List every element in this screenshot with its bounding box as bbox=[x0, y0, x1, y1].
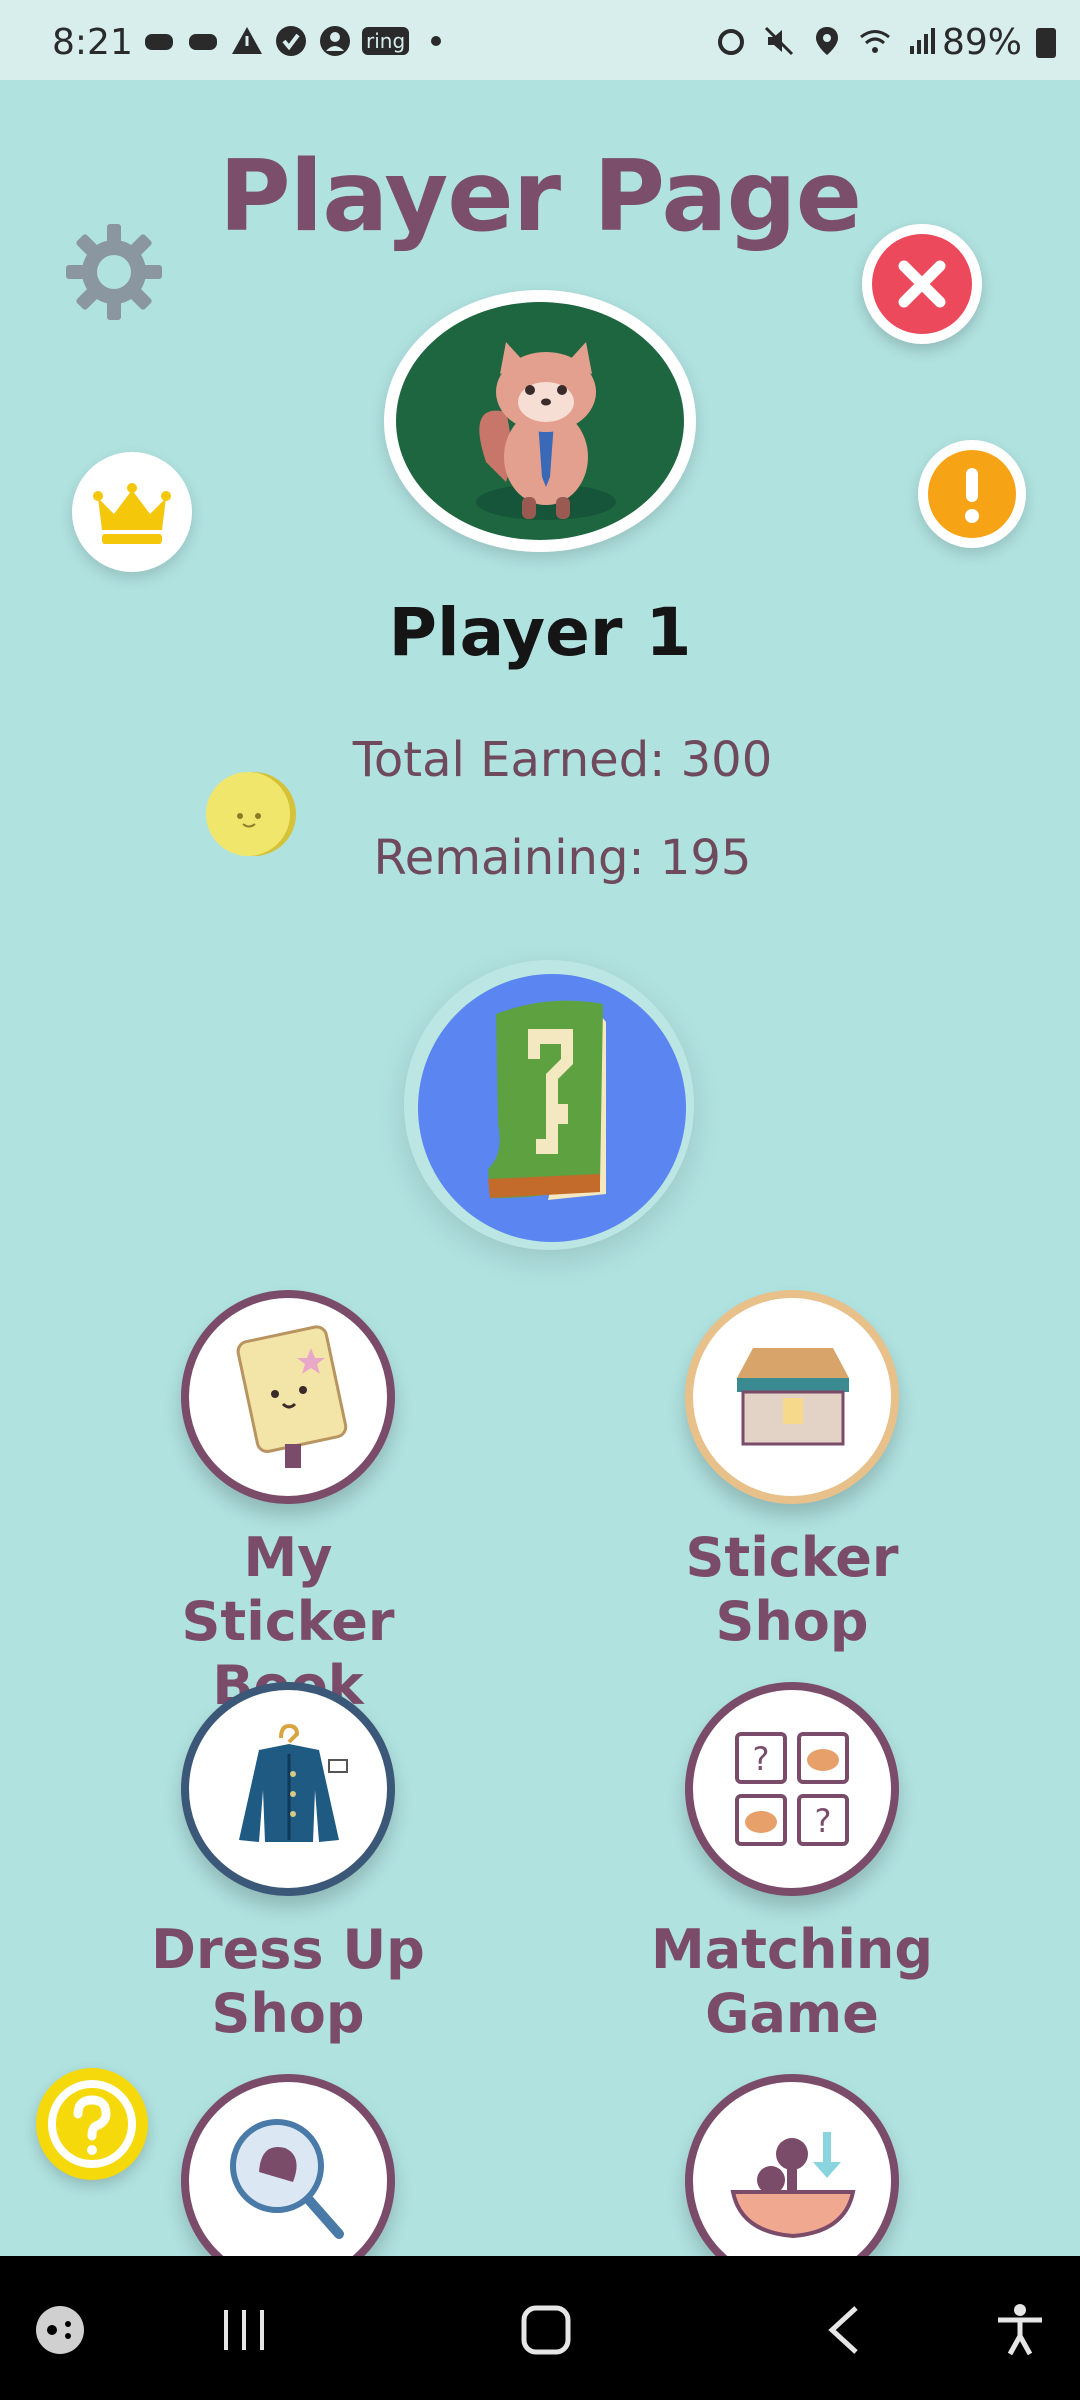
sticker-book-icon bbox=[181, 1290, 395, 1504]
shop-icon bbox=[685, 1290, 899, 1504]
remaining-coins: Remaining: 195 bbox=[373, 830, 752, 886]
account-icon bbox=[320, 26, 350, 56]
notification-icons: ring bbox=[142, 24, 453, 58]
red-panda-avatar-icon bbox=[396, 302, 684, 540]
player-name: Player 1 bbox=[388, 594, 692, 671]
close-button[interactable] bbox=[862, 224, 982, 344]
warning-icon bbox=[232, 27, 262, 54]
ring-app-icon: ring bbox=[362, 27, 410, 55]
game-controller-icon bbox=[189, 34, 217, 50]
battery-icon bbox=[1036, 28, 1056, 58]
recent-apps-icon[interactable] bbox=[214, 2300, 274, 2360]
game-launcher-icon[interactable] bbox=[30, 2300, 90, 2360]
jacket-icon bbox=[181, 1682, 395, 1896]
system-icons bbox=[714, 24, 940, 58]
alarm-icon bbox=[718, 29, 744, 55]
check-icon bbox=[276, 26, 306, 56]
matching-cards-icon: ? ? bbox=[685, 1682, 899, 1896]
gear-icon[interactable] bbox=[64, 222, 164, 322]
total-earned: Total Earned: 300 bbox=[352, 732, 773, 788]
game-controller-icon bbox=[145, 34, 173, 50]
wifi-icon bbox=[860, 30, 890, 53]
crown-button[interactable] bbox=[72, 452, 192, 572]
svg-text:?: ? bbox=[815, 1802, 832, 1840]
status-bar: 8:21 ring 89% bbox=[0, 0, 1080, 80]
battery-percent: 89% bbox=[941, 22, 1022, 63]
home-icon[interactable] bbox=[516, 2300, 576, 2360]
crown-icon bbox=[93, 483, 171, 544]
tile-label: Sticker Shop bbox=[685, 1526, 899, 1653]
system-navigation-bar bbox=[0, 2256, 1080, 2400]
tile-sticker-shop[interactable]: Sticker Shop bbox=[642, 1290, 942, 1654]
tile-label: Dress Up Shop bbox=[151, 1918, 425, 2045]
tile-dress-up-shop[interactable]: Dress Up Shop bbox=[138, 1682, 438, 2046]
tile-sticker-book[interactable]: My Sticker Book bbox=[138, 1290, 438, 1718]
featured-item-button[interactable] bbox=[404, 960, 694, 1250]
accessibility-icon[interactable] bbox=[990, 2300, 1050, 2360]
dot-icon bbox=[431, 36, 442, 46]
avatar[interactable] bbox=[384, 290, 696, 552]
status-time: 8:21 bbox=[52, 22, 133, 63]
mystery-boot-icon bbox=[418, 974, 686, 1242]
help-button[interactable] bbox=[36, 2068, 148, 2180]
tile-label: Matching Game bbox=[650, 1918, 934, 2045]
alert-button[interactable] bbox=[918, 440, 1026, 548]
location-icon bbox=[816, 27, 838, 55]
alert-icon bbox=[928, 450, 1016, 538]
back-icon[interactable] bbox=[816, 2300, 876, 2360]
svg-text:?: ? bbox=[753, 1740, 770, 1778]
tile-matching-game[interactable]: ? ? Matching Game bbox=[642, 1682, 942, 2046]
mute-icon bbox=[764, 26, 794, 56]
help-icon bbox=[48, 2080, 136, 2168]
signal-icon bbox=[910, 28, 935, 54]
close-icon bbox=[872, 234, 972, 334]
